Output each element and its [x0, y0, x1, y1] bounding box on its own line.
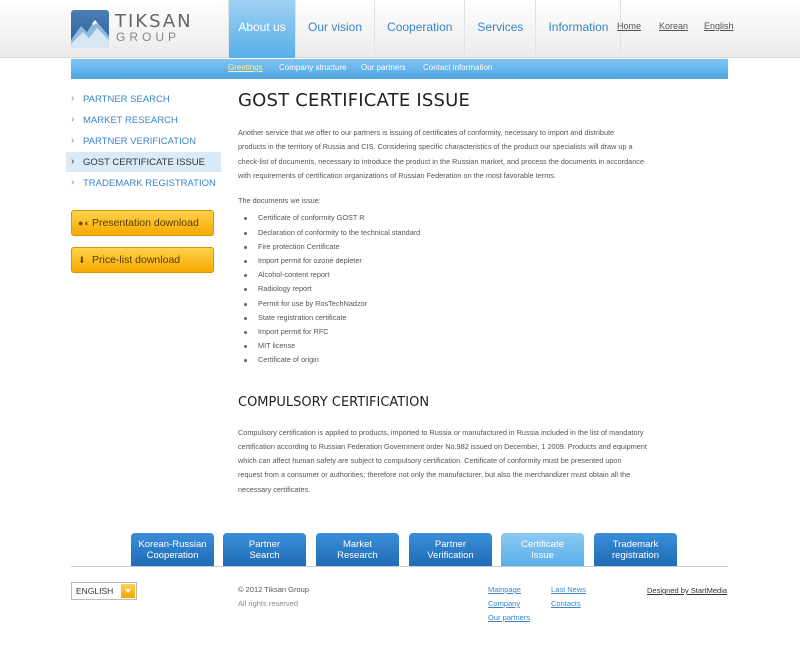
- chevron-right-icon: ›: [71, 114, 75, 125]
- tab-partner-verification[interactable]: Partner Verification: [409, 533, 492, 566]
- rights-notice: All rights reserved: [238, 599, 299, 608]
- chevron-down-icon[interactable]: [121, 584, 135, 598]
- nav-cooperation[interactable]: Cooperation: [374, 0, 464, 58]
- chevron-right-icon: ›: [71, 156, 75, 167]
- logo-mountain-icon: [71, 10, 109, 48]
- tab-certificate-issue[interactable]: Certificate Issue: [501, 533, 584, 566]
- header: TIKSAN GROUP About us Our vision Coopera…: [0, 0, 800, 58]
- divider: [71, 566, 728, 567]
- language-value: ENGLISH: [76, 586, 114, 596]
- documents-list: Certificate of conformity GOST R Declara…: [238, 213, 728, 369]
- chevron-right-icon: ›: [71, 135, 75, 146]
- tab-korean-russian-cooperation[interactable]: Korean-Russian Cooperation: [131, 533, 214, 566]
- korean-link[interactable]: Korean: [659, 21, 688, 31]
- compulsory-paragraph: Compulsory certification is applied to p…: [238, 427, 647, 494]
- list-item: Alcohol-content report: [238, 270, 728, 284]
- list-item: Radiology report: [238, 284, 728, 298]
- home-link[interactable]: Home: [617, 21, 641, 31]
- english-link[interactable]: English: [704, 21, 734, 31]
- logo-subname: GROUP: [116, 30, 181, 44]
- sidebar-item-label: TRADEMARK REGISTRATION: [83, 178, 216, 189]
- sidebar-item-partner-search[interactable]: › PARTNER SEARCH: [66, 89, 221, 109]
- chevron-right-icon: ›: [71, 93, 75, 104]
- docs-intro: The documents we issue:: [238, 196, 321, 206]
- sidebar-item-label: MARKET RESEARCH: [83, 115, 178, 126]
- footer-link-mainpage[interactable]: Mainpage: [488, 585, 521, 594]
- list-item: Permit for use by RosTechNadzor: [238, 299, 728, 313]
- sidebar-item-label: PARTNER SEARCH: [83, 94, 170, 105]
- tab-trademark-registration[interactable]: Trademark registration: [594, 533, 677, 566]
- nav-our-vision[interactable]: Our vision: [295, 0, 374, 58]
- language-select[interactable]: ENGLISH: [71, 582, 137, 600]
- list-item: Fire protection Certificate: [238, 242, 728, 256]
- subnav-company-structure[interactable]: Company structure: [279, 63, 347, 72]
- chevron-right-icon: ›: [71, 177, 75, 188]
- page-title: GOST CERTIFICATE ISSUE: [238, 90, 471, 111]
- copyright: © 2012 Tiksan Group: [238, 585, 309, 594]
- subnav-our-partners[interactable]: Our partners: [361, 63, 406, 72]
- sidebar-item-partner-verification[interactable]: › PARTNER VERIFICATION: [66, 131, 221, 151]
- section-title: COMPULSORY CERTIFICATION: [238, 394, 430, 410]
- sidebar-item-market-research[interactable]: › MARKET RESEARCH: [66, 110, 221, 130]
- subnav-greetings[interactable]: Greetings: [228, 63, 263, 72]
- main-content: GOST CERTIFICATE ISSUE Another service t…: [238, 90, 728, 497]
- sidebar: › PARTNER SEARCH › MARKET RESEARCH › PAR…: [66, 89, 221, 194]
- footer-link-last-news[interactable]: Last News: [551, 585, 586, 594]
- presentation-icon: ●◖: [78, 218, 89, 228]
- logo[interactable]: TIKSAN GROUP: [71, 10, 191, 48]
- list-item: Declaration of conformity to the technic…: [238, 228, 728, 242]
- subnav-contact-information[interactable]: Contact information: [423, 63, 492, 72]
- nav-information[interactable]: Information: [535, 0, 622, 58]
- footer-link-our-partners[interactable]: Our partners: [488, 613, 530, 622]
- nav-services[interactable]: Services: [464, 0, 535, 58]
- list-item: State registration certificate: [238, 313, 728, 327]
- list-item: MIT license: [238, 341, 728, 355]
- list-item: Certificate of origin: [238, 355, 728, 369]
- footer-link-contacts[interactable]: Contacts: [551, 599, 581, 608]
- logo-name: TIKSAN: [115, 11, 193, 32]
- nav-about-us[interactable]: About us: [228, 0, 295, 58]
- list-item: Import permit for RFC: [238, 327, 728, 341]
- sidebar-item-label: GOST CERTIFICATE ISSUE: [83, 157, 205, 168]
- sub-navigation: Greetings Company structure Our partners…: [71, 59, 728, 79]
- sidebar-item-label: PARTNER VERIFICATION: [83, 136, 196, 147]
- pricelist-download-button[interactable]: ⬇ Price-list download: [71, 247, 214, 273]
- main-navigation: About us Our vision Cooperation Services…: [228, 0, 622, 58]
- sidebar-item-gost-certificate[interactable]: › GOST CERTIFICATE ISSUE: [66, 152, 221, 172]
- tab-partner-search[interactable]: Partner Search: [223, 533, 306, 566]
- bottom-tabs: Korean-Russian Cooperation Partner Search …: [0, 533, 800, 567]
- designer-credit-link[interactable]: Designed by StartMedia: [647, 586, 727, 595]
- footer-link-company[interactable]: Company: [488, 599, 520, 608]
- tab-market-research[interactable]: Market Research: [316, 533, 399, 566]
- presentation-download-button[interactable]: ●◖ Presentation download: [71, 210, 214, 236]
- intro-paragraph: Another service that we offer to our par…: [238, 128, 644, 180]
- list-item: Import permit for ozone depleter: [238, 256, 728, 270]
- sidebar-item-trademark-registration[interactable]: › TRADEMARK REGISTRATION: [66, 173, 221, 193]
- download-icon: ⬇: [78, 255, 86, 265]
- list-item: Certificate of conformity GOST R: [238, 213, 728, 227]
